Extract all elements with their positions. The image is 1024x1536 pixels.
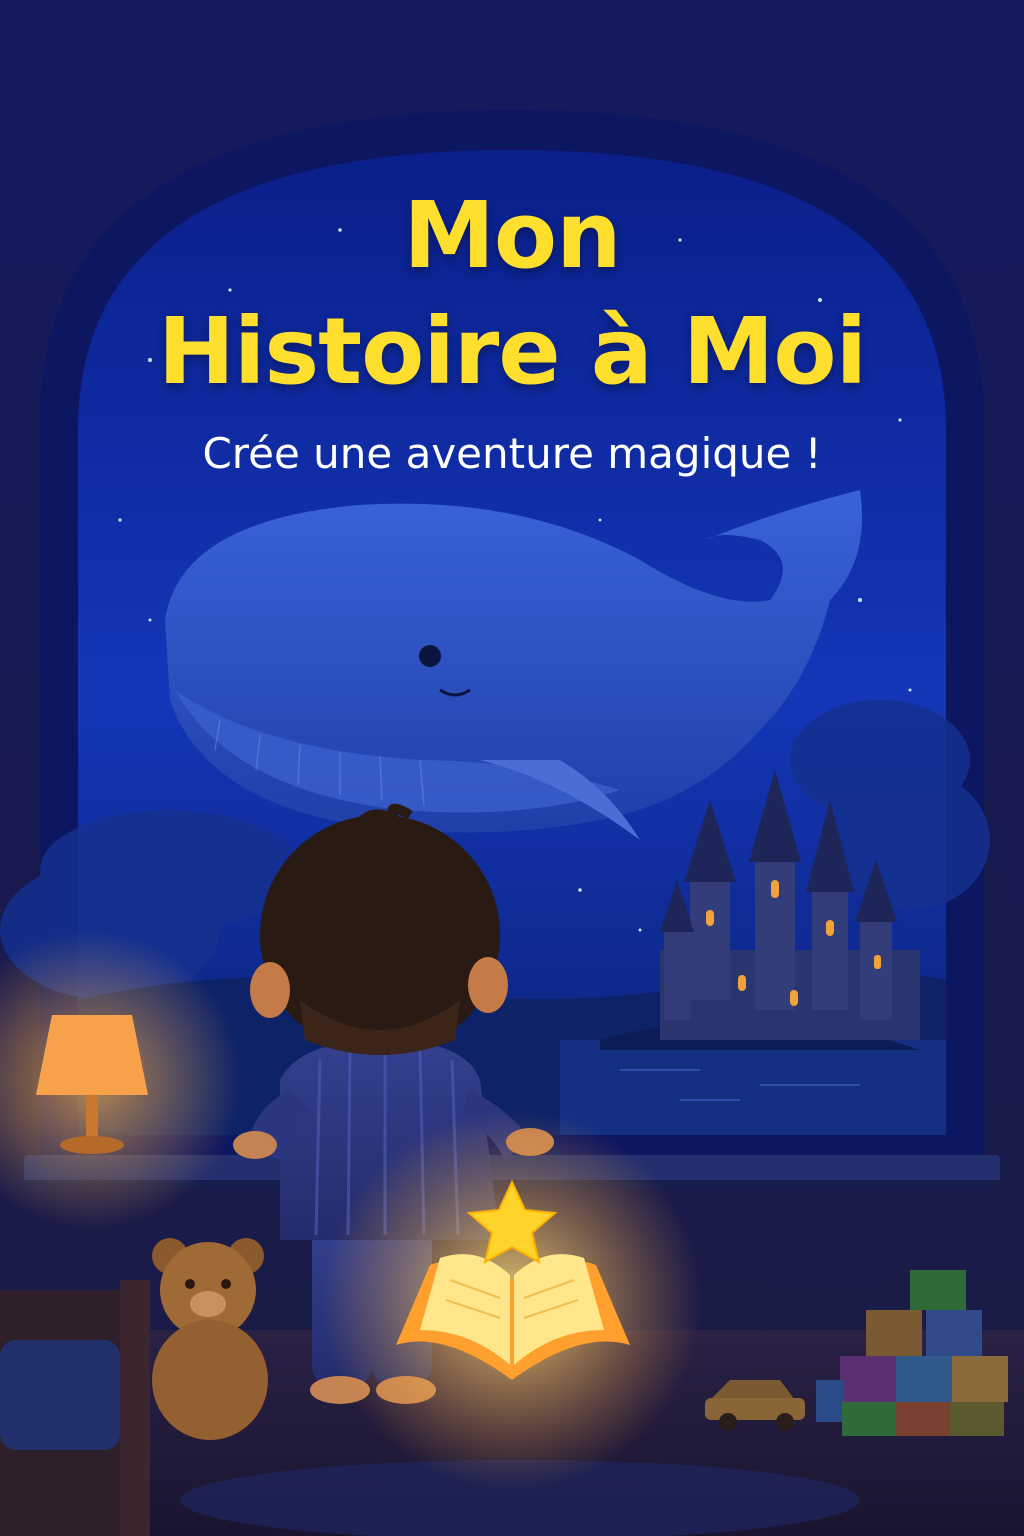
cover-scene: Mon Histoire à Moi Crée une aventure mag… xyxy=(0,0,1024,1536)
title-line-1: Mon xyxy=(403,182,621,289)
subtitle: Crée une aventure magique ! xyxy=(202,429,822,478)
teddy-bear-icon xyxy=(152,1238,268,1440)
title-line-2: Histoire à Moi xyxy=(157,298,867,405)
bed-icon xyxy=(0,1280,150,1536)
